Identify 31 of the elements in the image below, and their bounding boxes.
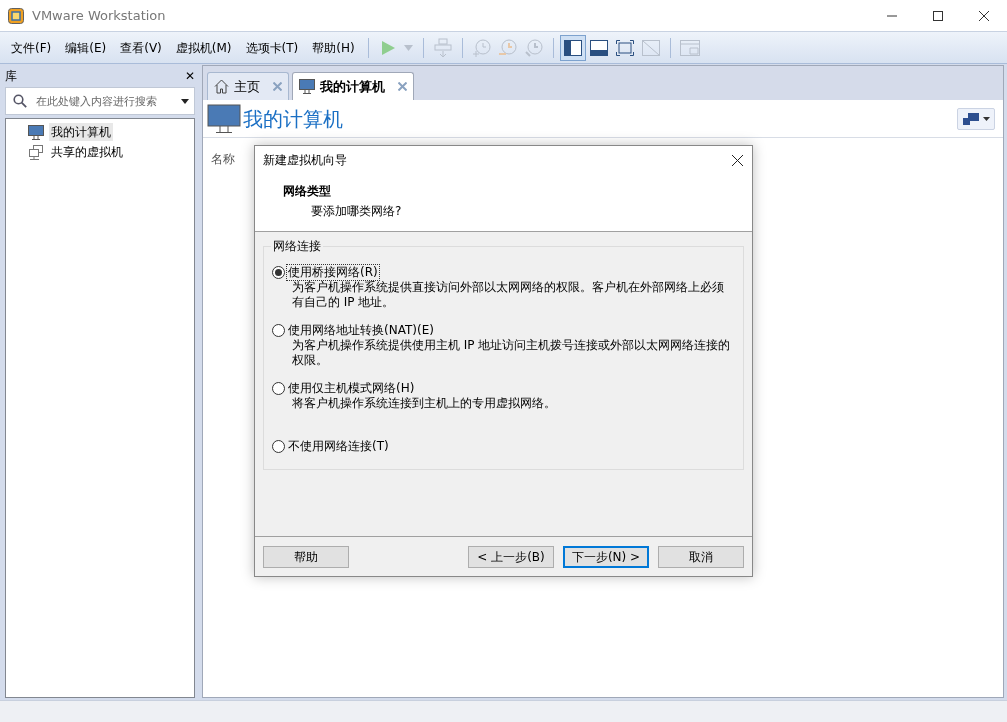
dialog-button[interactable]: 取消: [658, 545, 744, 568]
menu-item[interactable]: 帮助(H): [305, 35, 362, 60]
library-title: 库: [5, 68, 17, 85]
search-field[interactable]: 在此处键入内容进行搜索: [5, 87, 195, 115]
menu-item[interactable]: 查看(V): [113, 35, 169, 60]
option-description: 为客户机操作系统提供直接访问外部以太网网络的权限。客户机在外部网络上必须有自己的 IP 地址。: [291, 280, 725, 310]
option-description: 为客户机操作系统提供使用主机 IP 地址访问主机拨号连接或外部以太网网络连接的权限。: [291, 338, 732, 368]
menu-item[interactable]: 选项卡(T): [238, 35, 306, 60]
page-title: 我的计算机: [243, 105, 343, 133]
menu-item[interactable]: 文件(F): [4, 35, 59, 60]
tree-item[interactable]: 我的计算机: [49, 123, 113, 141]
group-label: 网络连接: [271, 239, 323, 253]
option-description: 将客户机操作系统连接到主机上的专用虚拟网络。: [291, 396, 557, 411]
menu-item[interactable]: 虚拟机(M): [168, 35, 239, 60]
window-title: VMware Workstation: [32, 6, 166, 25]
tree-item[interactable]: 共享的虚拟机: [49, 143, 125, 161]
radio-label[interactable]: 使用桥接网络(R): [287, 265, 379, 280]
menu-item[interactable]: 编辑(E): [58, 35, 114, 60]
column-header: 名称: [211, 152, 235, 166]
radio-label[interactable]: 使用网络地址转换(NAT)(E): [287, 323, 435, 338]
dialog-title: 新建虚拟机向导: [263, 152, 347, 169]
radio-label[interactable]: 使用仅主机模式网络(H): [287, 381, 416, 396]
tab[interactable]: 我的计算机: [292, 72, 414, 100]
tab[interactable]: 主页: [207, 72, 289, 100]
dialog-button[interactable]: 下一步(N) >: [563, 545, 649, 568]
step-description: 要添加哪类网络?: [310, 203, 403, 220]
close-button[interactable]: ✕: [184, 70, 195, 82]
radio-label[interactable]: 不使用网络连接(T): [287, 439, 390, 454]
step-heading: 网络类型: [283, 183, 332, 200]
help-button[interactable]: 帮助: [263, 545, 349, 568]
dialog-button[interactable]: < 上一步(B): [468, 545, 554, 568]
